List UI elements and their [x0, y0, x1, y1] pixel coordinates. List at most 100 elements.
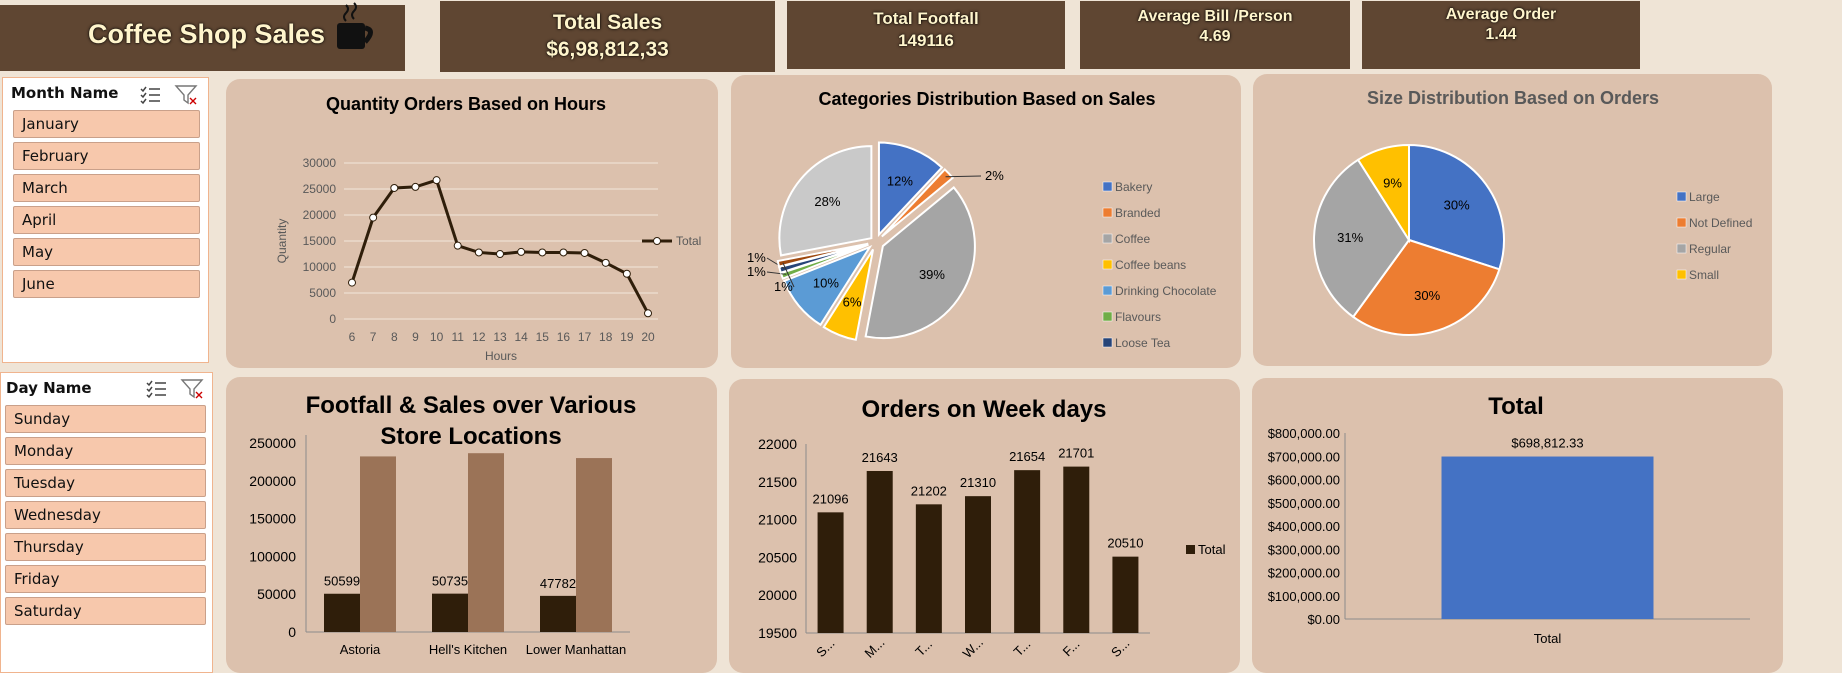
legend-label: Bakery — [1115, 180, 1152, 194]
legend-label: Total — [1198, 542, 1226, 557]
slicer-item-january[interactable]: January — [13, 110, 200, 138]
data-point — [348, 278, 356, 287]
multi-select-icon[interactable] — [143, 376, 169, 402]
x-tick-label: 9 — [412, 330, 419, 344]
bar — [1112, 556, 1139, 633]
data-label: $698,812.33 — [1511, 436, 1583, 451]
slicer-item-march[interactable]: March — [13, 174, 200, 202]
legend-label: Flavours — [1115, 310, 1161, 324]
bar — [1014, 470, 1041, 633]
x-tick-label: 12 — [472, 330, 486, 344]
y-tick-label: 0 — [288, 624, 296, 640]
y-tick-label: 22000 — [758, 436, 797, 452]
x-tick-label: Hell's Kitchen — [429, 642, 507, 657]
y-tick-label: $0.00 — [1307, 612, 1340, 627]
y-tick-label: 50000 — [257, 586, 296, 602]
slicer-item-monday[interactable]: Monday — [5, 437, 206, 465]
legend-swatch — [1102, 207, 1113, 218]
kpi-label: Total Sales — [552, 11, 663, 34]
month-slicer: Month Name January February March April May J… — [2, 77, 209, 363]
y-tick-label: $600,000.00 — [1268, 473, 1340, 488]
y-tick-label: 20000 — [758, 587, 797, 603]
x-tick-label: Lower Manhattan — [526, 642, 626, 657]
legend-label: Not Defined — [1689, 216, 1752, 230]
y-tick-label: $300,000.00 — [1268, 542, 1340, 557]
slicer-item-april[interactable]: April — [13, 206, 200, 234]
data-point — [390, 183, 399, 192]
slicer-item-tuesday[interactable]: Tuesday — [5, 469, 206, 497]
data-point — [517, 247, 526, 256]
x-tick-label: 14 — [514, 330, 528, 344]
data-label: 28% — [814, 194, 840, 209]
y-tick-label: 10000 — [303, 260, 337, 274]
legend-label: Coffee beans — [1115, 258, 1186, 272]
legend-label: Total — [676, 234, 701, 248]
y-tick-label: $800,000.00 — [1268, 426, 1340, 441]
y-tick-label: $100,000.00 — [1268, 589, 1340, 604]
x-tick-label: M... — [862, 635, 888, 661]
legend-swatch — [1676, 243, 1687, 254]
slicer-item-saturday[interactable]: Saturday — [5, 597, 206, 625]
clear-filter-icon[interactable] — [173, 82, 199, 108]
data-label: 21202 — [911, 483, 947, 498]
locations-bar-chart: Footfall & Sales over Various Store Locat… — [249, 392, 637, 657]
kpi-average-order: Average Order 1.44 — [1362, 1, 1640, 69]
slicer-item-thursday[interactable]: Thursday — [5, 533, 206, 561]
slicer-item-june[interactable]: June — [13, 270, 200, 298]
slicer-item-friday[interactable]: Friday — [5, 565, 206, 593]
total-bar-chart-panel: Total $0.00 $100,000.00 $200,000.00 $300,000… — [1252, 378, 1783, 673]
y-tick-label: $500,000.00 — [1268, 496, 1340, 511]
x-tick-label: 15 — [536, 330, 550, 344]
bar — [965, 496, 991, 633]
data-point — [580, 248, 589, 257]
dashboard-title: Coffee Shop Sales — [88, 19, 326, 49]
legend-label: Large — [1689, 190, 1720, 204]
y-axis-label: Quantity — [275, 219, 289, 264]
x-tick-label: 8 — [391, 330, 398, 344]
slicer-header: Day Name — [6, 379, 92, 397]
data-label: 20510 — [1107, 536, 1143, 551]
kpi-value: 1.44 — [1485, 26, 1517, 43]
x-tick-label: F... — [1060, 636, 1083, 659]
data-label: 50599 — [324, 574, 360, 589]
data-label: 50735 — [432, 574, 468, 589]
x-tick-label: 16 — [557, 330, 571, 344]
kpi-total-footfall: Total Footfall 149116 — [787, 1, 1065, 69]
day-slicer: Day Name Sunday Monday Tuesday Wednesday Thu… — [0, 372, 213, 673]
data-label: 47782 — [540, 576, 576, 591]
legend-swatch — [1102, 259, 1113, 270]
x-tick-label: T... — [1011, 636, 1034, 659]
slicer-item-wednesday[interactable]: Wednesday — [5, 501, 206, 529]
data-point — [369, 213, 378, 222]
slicer-item-sunday[interactable]: Sunday — [5, 405, 206, 433]
legend-label: Loose Tea — [1115, 336, 1170, 350]
kpi-label: Average Bill /Person — [1137, 8, 1293, 25]
legend-swatch — [1102, 311, 1113, 322]
data-label: 1% — [774, 279, 793, 294]
bar — [468, 453, 504, 632]
x-tick-label: 11 — [451, 330, 464, 344]
x-tick-label: 7 — [370, 330, 377, 344]
y-tick-label: 20500 — [758, 549, 797, 565]
data-point — [559, 248, 568, 257]
multi-select-icon[interactable] — [137, 82, 163, 108]
dashboard-title-banner: Coffee Shop Sales — [0, 2, 405, 71]
chart-title: Size Distribution Based on Orders — [1367, 88, 1659, 108]
clear-filter-icon[interactable] — [179, 376, 205, 402]
slicer-item-february[interactable]: February — [13, 142, 200, 170]
legend-label: Branded — [1115, 206, 1160, 220]
legend-swatch — [1102, 285, 1113, 296]
kpi-label: Average Order — [1445, 6, 1557, 23]
y-tick-label: 0 — [329, 312, 336, 326]
data-label: 1% — [747, 250, 766, 265]
y-tick-label: 5000 — [309, 286, 336, 300]
y-tick-label: 30000 — [303, 156, 337, 170]
sizes-pie-chart-panel: Size Distribution Based on Orders 30% 30% 3… — [1253, 74, 1772, 366]
data-point — [538, 248, 547, 257]
hours-line-chart-panel: Quantity Orders Based on Hours 0 5000 10000… — [226, 79, 718, 368]
chart-title: Footfall & Sales over Various — [306, 392, 637, 419]
data-label: 30% — [1414, 288, 1440, 303]
x-tick-label: 20 — [641, 330, 655, 344]
weekdays-bar-chart-panel: Orders on Week days 19500 20000 20500 21000 2… — [729, 379, 1240, 673]
slicer-item-may[interactable]: May — [13, 238, 200, 266]
